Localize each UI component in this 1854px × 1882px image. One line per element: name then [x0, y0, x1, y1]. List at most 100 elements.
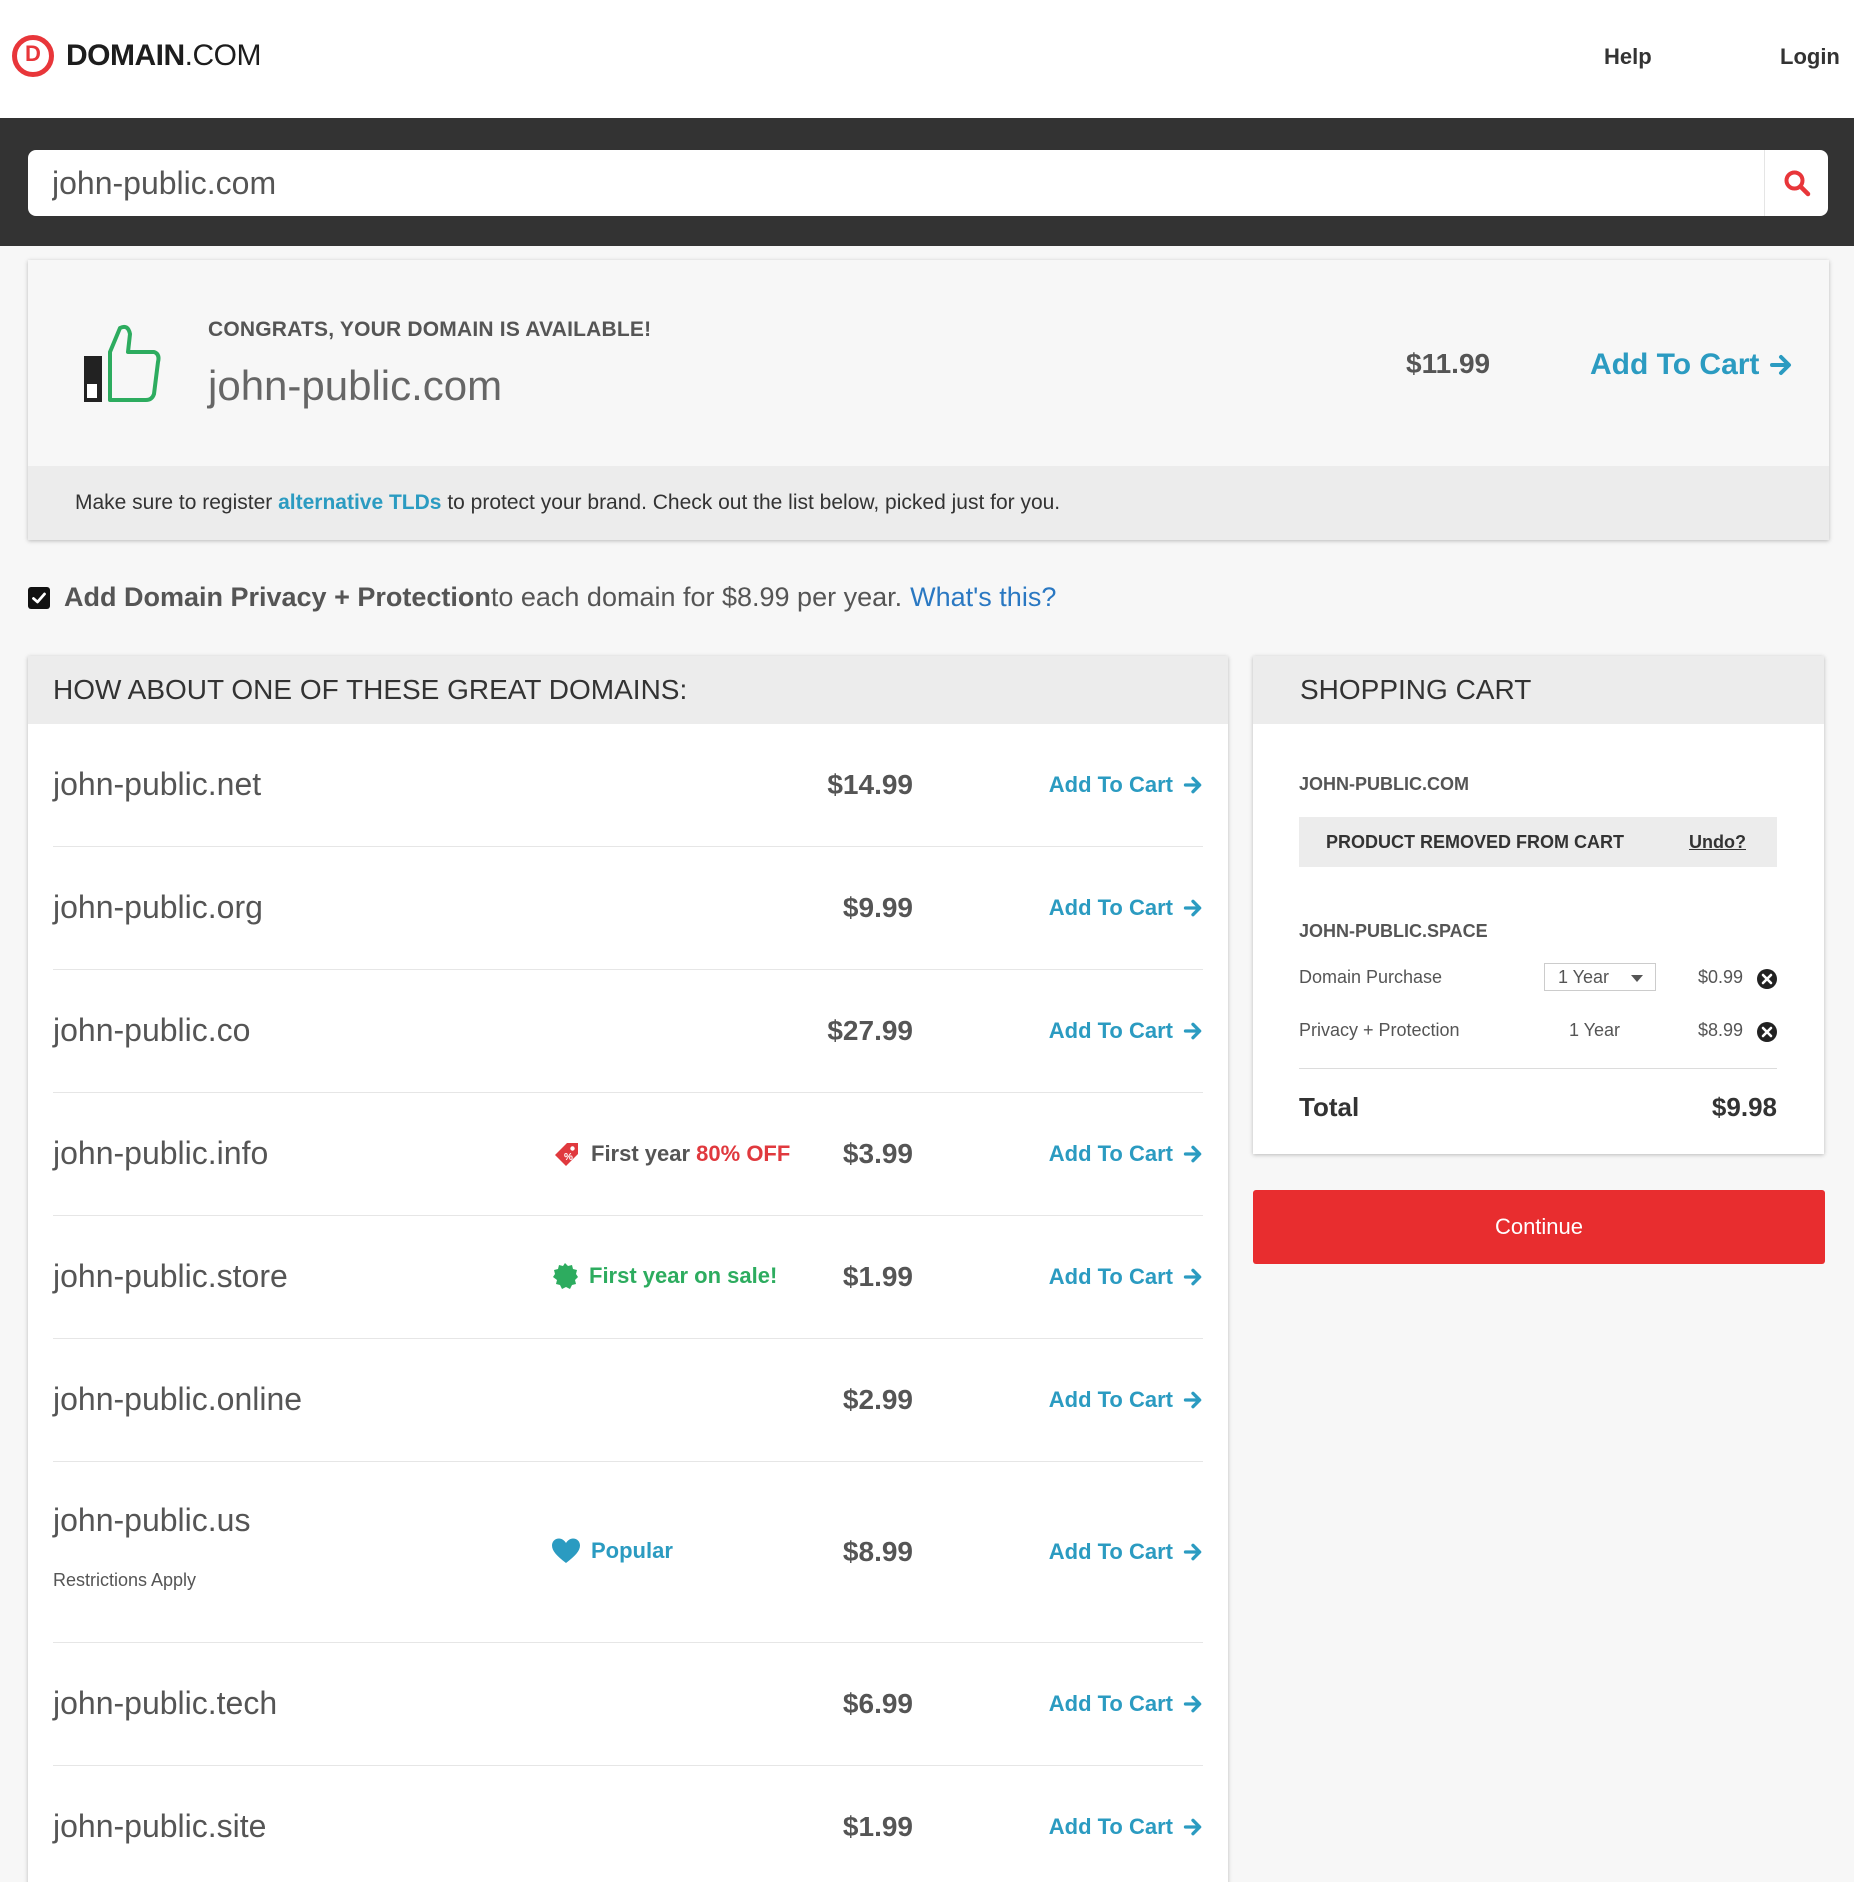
arrow-right-icon	[1183, 1695, 1202, 1712]
suggestions-title: HOW ABOUT ONE OF THESE GREAT DOMAINS:	[28, 656, 1228, 724]
note-text-after: to protect your brand. Check out the lis…	[441, 491, 1061, 514]
promo-badge-text: Popular	[591, 1537, 673, 1563]
suggestion-row: john-public.tech $6.99 Add To Cart	[53, 1643, 1203, 1766]
arrow-right-icon	[1183, 776, 1202, 793]
suggestion-price: $1.99	[842, 1260, 913, 1292]
nav-help-link[interactable]: Help	[1604, 44, 1652, 70]
cart-line-label: Privacy + Protection	[1299, 1020, 1460, 1040]
suggestion-add-to-cart-button[interactable]: Add To Cart	[1049, 1387, 1203, 1413]
suggestion-add-to-cart-button[interactable]: Add To Cart	[1049, 772, 1203, 798]
nav-login-link[interactable]: Login	[1780, 44, 1840, 70]
remove-item-icon[interactable]	[1756, 968, 1778, 990]
undo-link[interactable]: Undo?	[1689, 832, 1746, 853]
note-text-before: Make sure to register	[75, 491, 279, 514]
chevron-down-icon	[1631, 975, 1643, 982]
suggestion-add-to-cart-button[interactable]: Add To Cart	[1049, 1018, 1203, 1044]
logo-icon	[12, 35, 54, 77]
availability-card: CONGRATS, YOUR DOMAIN IS AVAILABLE! john…	[28, 260, 1829, 540]
arrow-right-icon	[1183, 1391, 1202, 1408]
suggestion-add-to-cart-button[interactable]: Add To Cart	[1049, 1264, 1203, 1290]
whats-this-link[interactable]: What's this?	[910, 582, 1056, 613]
term-select-value: 1 Year	[1558, 967, 1610, 987]
add-to-cart-label: Add To Cart	[1048, 1538, 1173, 1564]
suggestion-add-to-cart-button[interactable]: Add To Cart	[1049, 1539, 1203, 1565]
remove-item-icon[interactable]	[1756, 1021, 1778, 1043]
suggestion-price: $27.99	[827, 1014, 913, 1046]
top-header: DOMAIN.COM Help Login	[0, 0, 1854, 118]
add-to-cart-label: Add To Cart	[1048, 1263, 1173, 1289]
removed-message: PRODUCT REMOVED FROM CART	[1326, 832, 1624, 852]
shopping-cart: SHOPPING CART JOHN-PUBLIC.COM PRODUCT RE…	[1253, 656, 1824, 1154]
suggestion-domain-name: john-public.site	[53, 1807, 267, 1844]
cart-total-label: Total	[1299, 1092, 1360, 1122]
arrow-right-icon	[1183, 1145, 1202, 1162]
suggestion-add-to-cart-button[interactable]: Add To Cart	[1049, 1814, 1203, 1840]
cart-line-domain-purchase: Domain Purchase 1 Year $0.99	[1299, 963, 1777, 993]
suggestion-add-to-cart-button[interactable]: Add To Cart	[1049, 1691, 1203, 1717]
restrictions-note: Restrictions Apply	[53, 1570, 197, 1590]
brand-logo[interactable]: DOMAIN.COM	[12, 34, 261, 78]
suggestion-price: $2.99	[842, 1383, 913, 1415]
add-to-cart-label: Add To Cart	[1048, 771, 1173, 797]
cart-removed-domain: JOHN-PUBLIC.COM	[1299, 774, 1469, 794]
promo-badge: Popular	[551, 1537, 673, 1565]
suggestion-price: $8.99	[842, 1535, 913, 1567]
checkmark-icon	[32, 592, 46, 603]
domain-suggestions-panel: HOW ABOUT ONE OF THESE GREAT DOMAINS: jo…	[28, 656, 1228, 1882]
available-domain-price: $11.99	[1406, 348, 1491, 379]
tld-recommendation-note: Make sure to register alternative TLDs t…	[28, 466, 1829, 540]
promo-badge: First year on sale!	[551, 1262, 777, 1290]
arrow-right-icon	[1183, 1818, 1202, 1835]
add-to-cart-label: Add To Cart	[1048, 1386, 1173, 1412]
add-to-cart-label: Add To Cart	[1048, 1017, 1173, 1043]
suggestion-add-to-cart-button[interactable]: Add To Cart	[1049, 1141, 1203, 1167]
price-tag-icon: %	[555, 1142, 578, 1166]
suggestion-price: $1.99	[842, 1810, 913, 1842]
suggestion-domain-name: john-public.online	[53, 1380, 303, 1417]
cart-line-privacy: Privacy + Protection 1 Year $8.99	[1299, 1016, 1777, 1046]
cart-line-amount: $0.99	[1698, 967, 1744, 987]
add-to-cart-label: Add To Cart	[1048, 894, 1173, 920]
suggestion-row: john-public.store First year on sale! $1.9…	[53, 1216, 1203, 1339]
cart-title: SHOPPING CART	[1253, 656, 1824, 724]
svg-text:%: %	[564, 1152, 573, 1163]
thumbs-up-icon	[84, 324, 161, 402]
arrow-right-icon	[1770, 355, 1792, 375]
suggestion-price: $9.99	[842, 891, 913, 923]
suggestion-domain-name: john-public.co	[53, 1011, 251, 1048]
arrow-right-icon	[1183, 899, 1202, 916]
domain-search-input[interactable]	[28, 150, 1764, 216]
add-to-cart-label: Add To Cart	[1590, 348, 1760, 381]
available-add-to-cart-button[interactable]: Add To Cart	[1590, 348, 1793, 382]
heart-icon	[552, 1538, 580, 1563]
term-select[interactable]: 1 Year	[1544, 963, 1656, 991]
promo-badge-text: First year	[591, 1140, 697, 1166]
cart-line-amount: $8.99	[1698, 1020, 1744, 1040]
alternative-tlds-link[interactable]: alternative TLDs	[278, 491, 441, 514]
promo-badge-text: First year on sale!	[589, 1262, 778, 1288]
cart-line-term: 1 Year	[1569, 1020, 1621, 1040]
suggestion-domain-name: john-public.store	[53, 1257, 288, 1294]
suggestion-domain-name: john-public.org	[53, 888, 263, 925]
search-box	[28, 150, 1828, 216]
search-band	[0, 118, 1854, 246]
privacy-checkbox[interactable]	[28, 586, 50, 609]
suggestion-add-to-cart-button[interactable]: Add To Cart	[1049, 895, 1203, 921]
cart-divider	[1299, 1068, 1777, 1069]
add-to-cart-label: Add To Cart	[1048, 1140, 1173, 1166]
suggestion-price: $3.99	[842, 1137, 913, 1169]
logo-text: DOMAIN.COM	[66, 39, 261, 72]
product-removed-notice: PRODUCT REMOVED FROM CART Undo?	[1299, 817, 1777, 867]
add-to-cart-label: Add To Cart	[1048, 1813, 1173, 1839]
arrow-right-icon	[1183, 1268, 1202, 1285]
search-button[interactable]	[1764, 150, 1828, 216]
continue-button[interactable]: Continue	[1253, 1190, 1825, 1264]
promo-badge: % First year 80% OFF	[551, 1139, 790, 1169]
cart-domain-name: JOHN-PUBLIC.SPACE	[1299, 921, 1488, 941]
sale-seal-icon	[553, 1262, 578, 1289]
cart-total-amount: $9.98	[1711, 1092, 1777, 1122]
suggestion-row: john-public.info% First year 80% OFF $3.99…	[53, 1093, 1203, 1216]
suggestion-domain-name: john-public.net	[53, 765, 262, 802]
arrow-right-icon	[1183, 1022, 1202, 1039]
suggestion-price: $6.99	[842, 1687, 913, 1719]
